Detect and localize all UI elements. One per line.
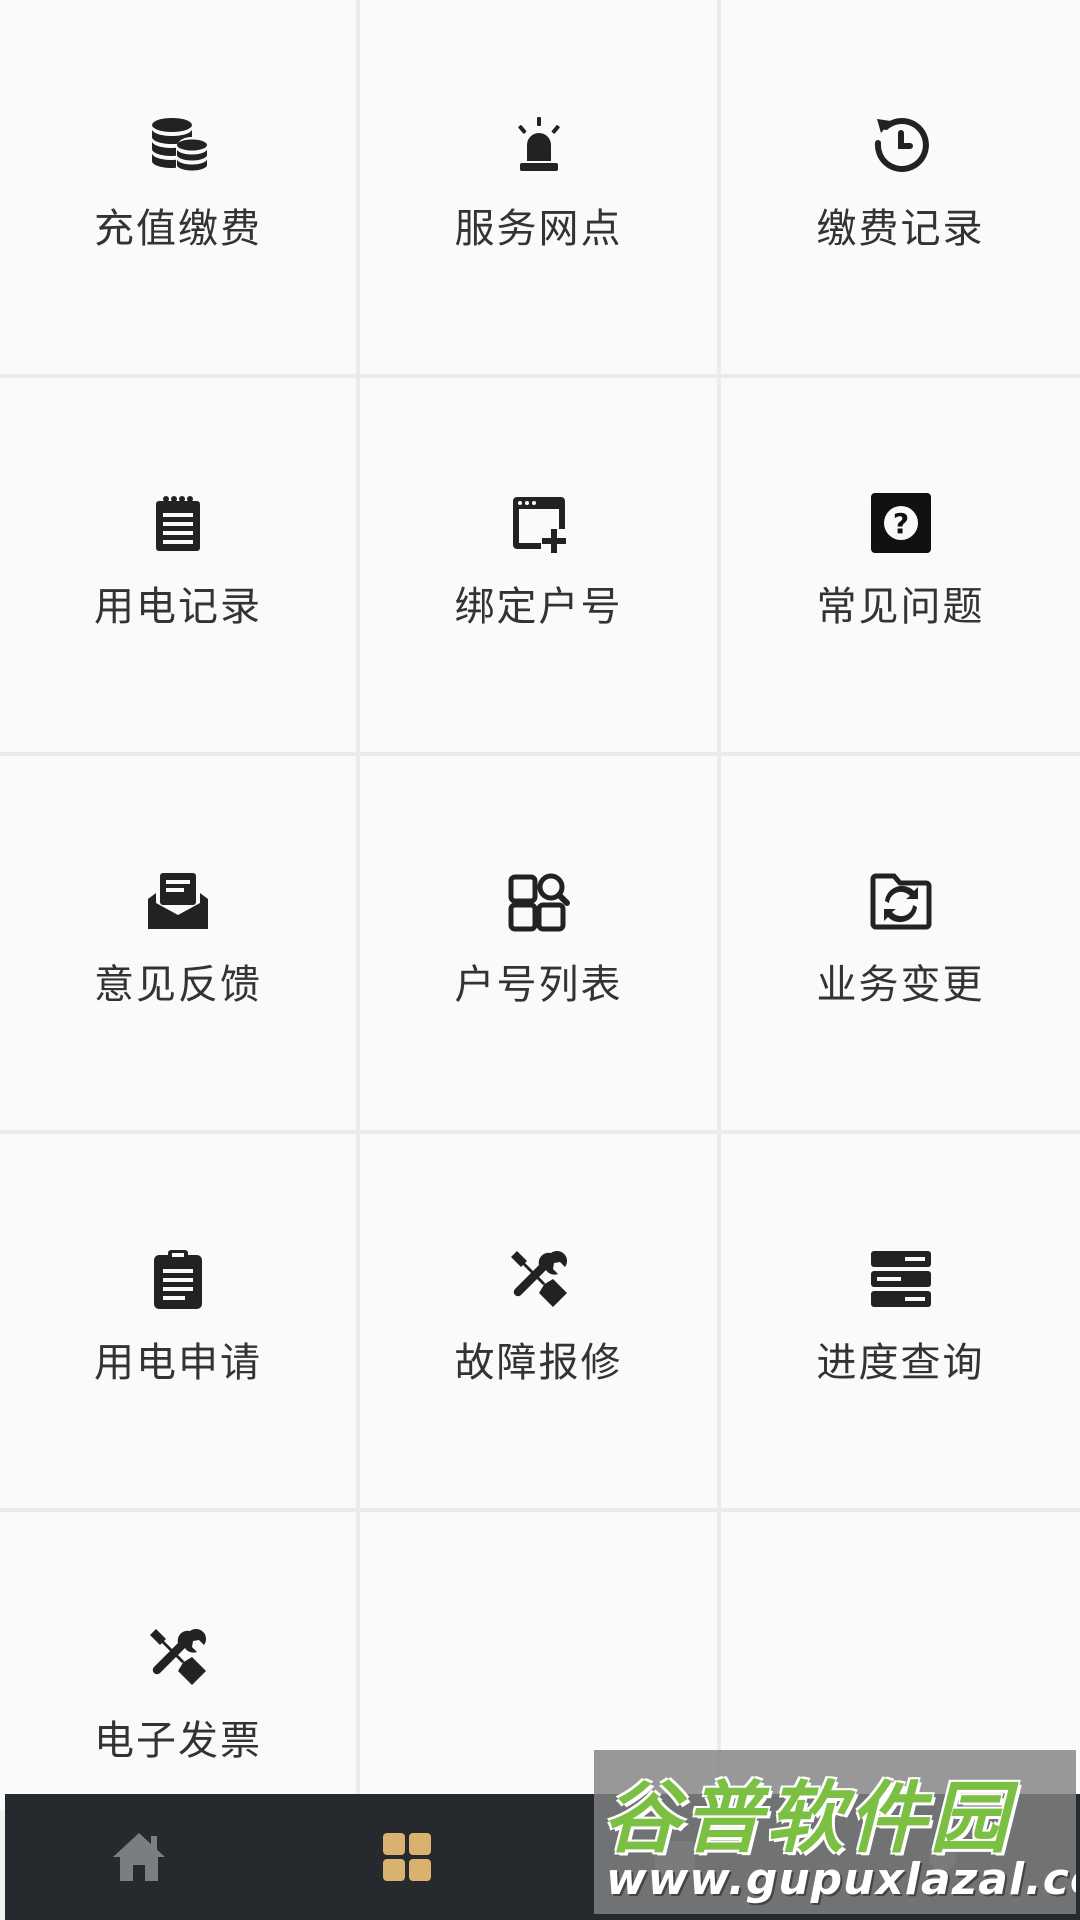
- grid-item-label: 用电申请: [94, 1340, 262, 1386]
- grid-item-business-change[interactable]: 业务变更: [721, 756, 1080, 1130]
- tab-home[interactable]: [5, 1794, 273, 1920]
- notepad-icon: [146, 491, 210, 555]
- grid-item-label: 故障报修: [454, 1340, 623, 1386]
- window-add-icon: [507, 491, 571, 555]
- grid-item-service-outlets[interactable]: 服务网点: [360, 0, 717, 374]
- tools-icon: [146, 1625, 210, 1689]
- grid-item-label: 进度查询: [816, 1340, 985, 1386]
- watermark-url: www.gupuxlazal.com: [606, 1854, 1076, 1905]
- grid-item-recharge[interactable]: 充值缴费: [0, 0, 356, 374]
- watermark-title: 谷普软件园: [602, 1774, 1013, 1864]
- database-coins-icon: [146, 113, 210, 177]
- grid-item-fault-repair[interactable]: 故障报修: [360, 1134, 717, 1508]
- grid-item-account-list[interactable]: 户号列表: [360, 756, 717, 1130]
- grid-item-label: 用电记录: [94, 584, 262, 630]
- watermark-overlay: 谷普软件园 www.gupuxlazal.com: [594, 1750, 1076, 1914]
- grid-item-label: 绑定户号: [454, 584, 623, 630]
- home-icon: [113, 1833, 165, 1881]
- svg-text:?: ?: [892, 507, 908, 540]
- grid-item-power-application[interactable]: 用电申请: [0, 1134, 356, 1508]
- grid-item-progress-query[interactable]: 进度查询: [721, 1134, 1080, 1508]
- grid-item-label: 缴费记录: [816, 206, 985, 252]
- tools-icon: [507, 1247, 571, 1311]
- grid-item-label: 户号列表: [454, 962, 623, 1008]
- grid-item-faq[interactable]: ? 常见问题: [721, 378, 1080, 752]
- grid-item-label: 充值缴费: [94, 206, 262, 252]
- grid-item-label: 常见问题: [816, 584, 985, 630]
- open-mail-icon: [146, 869, 210, 933]
- alarm-light-icon: [507, 113, 571, 177]
- tab-services[interactable]: [273, 1794, 541, 1920]
- grid-item-e-invoice[interactable]: 电子发票: [0, 1512, 356, 1810]
- grid-item-label: 电子发票: [94, 1718, 262, 1764]
- server-stack-icon: [869, 1247, 933, 1311]
- history-clock-icon: [869, 113, 933, 177]
- clipboard-text-icon: [146, 1247, 210, 1311]
- grid-item-usage-records[interactable]: 用电记录: [0, 378, 356, 752]
- grid-item-bind-account[interactable]: 绑定户号: [360, 378, 717, 752]
- grid-item-feedback[interactable]: 意见反馈: [0, 756, 356, 1130]
- grid-item-payment-history[interactable]: 缴费记录: [721, 0, 1080, 374]
- apps-search-icon: [507, 869, 571, 933]
- grid-item-label: 意见反馈: [94, 962, 262, 1008]
- folder-sync-icon: [869, 869, 933, 933]
- service-grid: 充值缴费 服务网点 缴费记录 用电记录 绑定户号 ? 常见问题 意见反馈 户号列…: [0, 0, 1080, 1810]
- grid-item-label: 服务网点: [454, 206, 623, 252]
- grid-icon: [383, 1833, 431, 1881]
- question-box-icon: ?: [869, 491, 933, 555]
- grid-item-label: 业务变更: [816, 962, 985, 1008]
